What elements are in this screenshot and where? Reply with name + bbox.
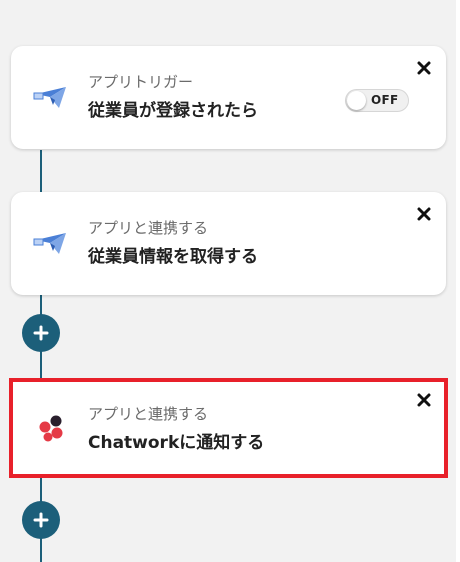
paper-plane-icon bbox=[33, 87, 66, 108]
step-card-chatwork[interactable]: アプリと連携する Chatworkに通知する bbox=[9, 378, 448, 478]
plus-icon bbox=[33, 512, 49, 528]
step-label: アプリと連携する bbox=[88, 405, 209, 423]
connector-line bbox=[40, 150, 42, 192]
step-card-trigger[interactable]: アプリトリガー 従業員が登録されたら OFF bbox=[11, 46, 446, 149]
canvas: アプリトリガー 従業員が登録されたら OFF アプリと連携する 従業員情報を取得… bbox=[0, 0, 460, 562]
toggle-label: OFF bbox=[371, 93, 399, 107]
close-icon[interactable] bbox=[416, 392, 432, 408]
step-title: 従業員情報を取得する bbox=[88, 247, 258, 267]
close-icon[interactable] bbox=[416, 60, 432, 76]
step-label: アプリと連携する bbox=[88, 219, 209, 237]
close-icon[interactable] bbox=[416, 206, 432, 222]
add-step-button[interactable] bbox=[22, 314, 60, 352]
trigger-toggle[interactable]: OFF bbox=[345, 89, 409, 112]
step-label: アプリトリガー bbox=[88, 73, 194, 91]
chatwork-icon bbox=[39, 415, 63, 442]
plus-icon bbox=[33, 325, 49, 341]
add-step-button[interactable] bbox=[22, 501, 60, 539]
step-card-get-employee[interactable]: アプリと連携する 従業員情報を取得する bbox=[11, 192, 446, 295]
paper-plane-icon bbox=[33, 233, 66, 254]
toggle-knob bbox=[347, 91, 366, 110]
panel-edge bbox=[456, 0, 460, 562]
step-title: 従業員が登録されたら bbox=[88, 101, 258, 121]
step-title: Chatworkに通知する bbox=[88, 433, 265, 453]
